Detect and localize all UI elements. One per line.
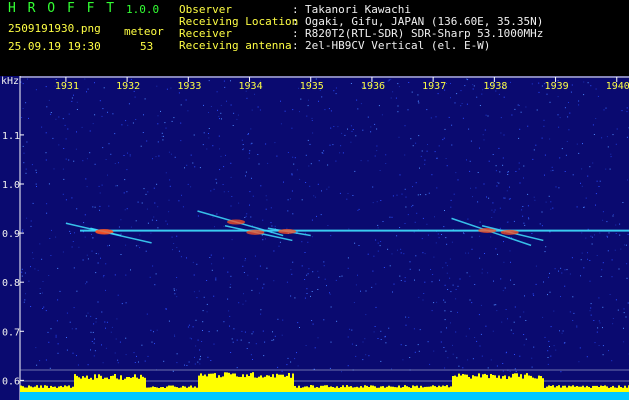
x-tick-label: 1939: [545, 81, 569, 92]
info-sep-antenna: :: [292, 39, 299, 52]
file-name: 2509191930.png: [8, 22, 101, 35]
app-title: H R O F F T: [8, 1, 117, 16]
header-panel: H R O F F T 1.0.0 2509191930.png meteor …: [0, 0, 629, 76]
meteor-hotspot-3: [227, 219, 246, 225]
spectrogram-plot: kHz 1.1 1.0 0.9 0.8 0.7 0.6 1931 1932 1933 1934 193…: [0, 76, 629, 400]
y-tick-label: 0.8: [2, 278, 20, 289]
detection-label: meteor: [124, 25, 164, 38]
meteor-hotspot-4: [246, 229, 265, 235]
x-tick-label: 1936: [361, 81, 385, 92]
detection-count: 53: [140, 40, 154, 53]
meteor-hotspot-5: [278, 228, 297, 234]
x-tick-label: 1932: [116, 81, 140, 92]
meteor-hotspot-7: [500, 229, 519, 235]
meteor-hotspot-2: [95, 228, 114, 234]
x-tick-label: 1931: [55, 81, 79, 92]
x-tick-label: 1938: [483, 81, 507, 92]
x-tick-label: 1934: [239, 81, 263, 92]
x-tick-label: 1935: [300, 81, 324, 92]
x-tick-label: 1933: [177, 81, 201, 92]
y-tick-label: 0.7: [2, 327, 20, 338]
x-tick-label: 1937: [422, 81, 446, 92]
y-tick-label: 1.1: [2, 131, 20, 142]
x-tick-label: 1940: [606, 81, 629, 92]
y-tick-label: 0.9: [2, 229, 20, 240]
info-label-antenna: Receiving antenna: [179, 39, 292, 52]
y-axis-unit: kHz: [1, 76, 19, 87]
app-version: 1.0.0: [126, 3, 160, 16]
y-tick-label: 1.0: [2, 180, 20, 191]
y-tick-label: 0.6: [2, 376, 20, 387]
power-base: [20, 392, 629, 400]
file-datetime: 25.09.19 19:30: [8, 40, 101, 53]
info-value-antenna: 2el-HB9CV Vertical (el. E-W): [305, 39, 491, 52]
